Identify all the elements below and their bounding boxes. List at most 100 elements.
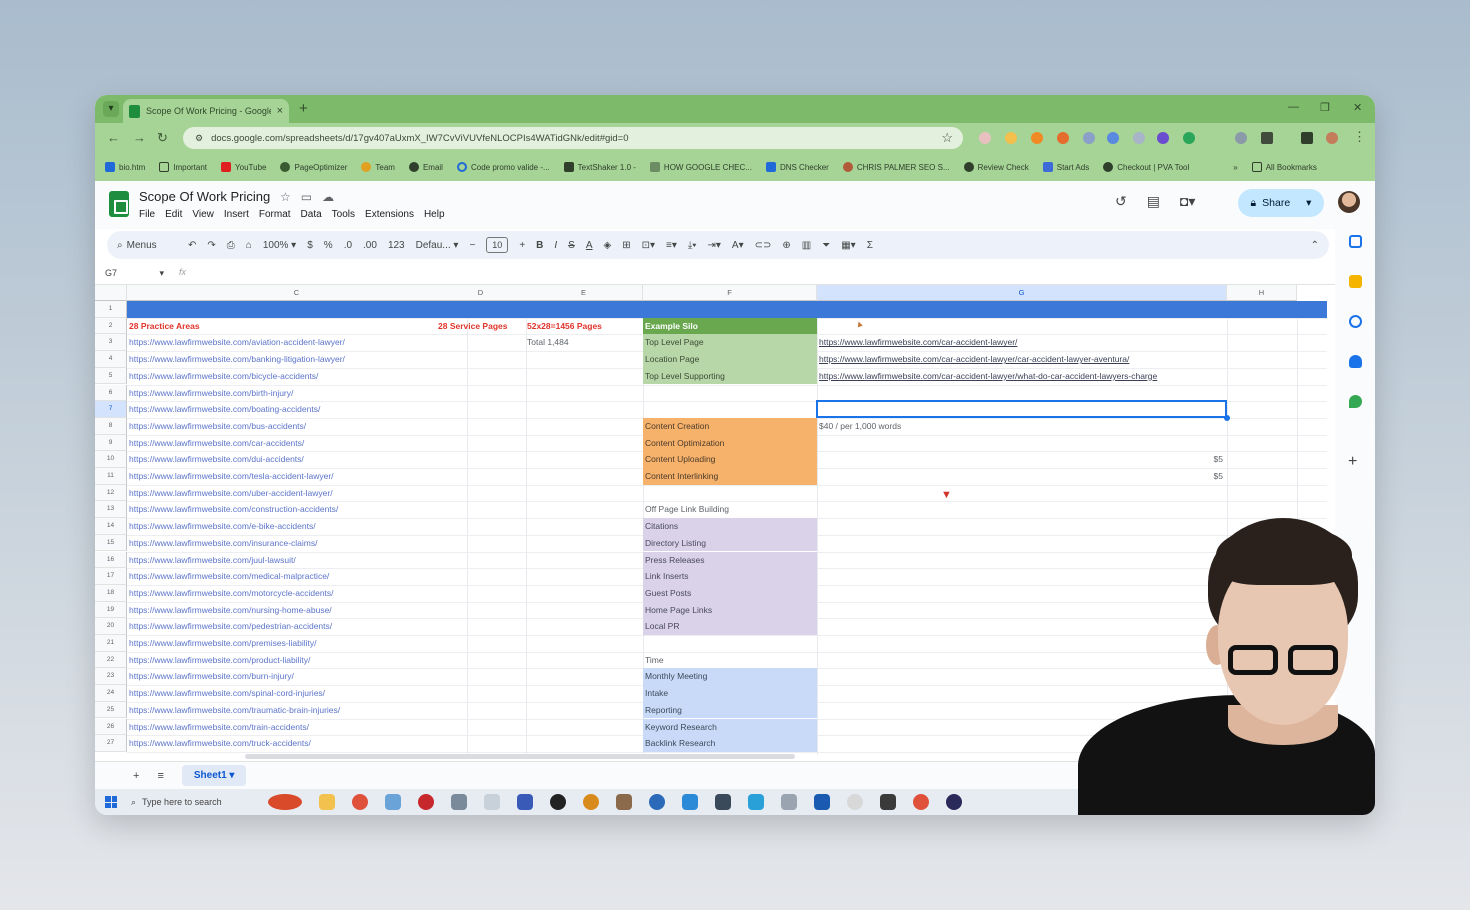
row-header[interactable]: 16 [95, 551, 127, 569]
practice-area-url[interactable]: https://www.lawfirmwebsite.com/premises-… [127, 635, 467, 652]
keep-icon[interactable] [1349, 275, 1362, 288]
strikethrough-icon[interactable]: S [568, 240, 575, 251]
bookmark-item[interactable]: Review Check [963, 162, 1029, 172]
app-icon[interactable] [418, 794, 434, 810]
version-history-icon[interactable]: ↺ [1115, 193, 1127, 210]
increase-decimal-button[interactable]: .00 [363, 240, 377, 251]
mail-icon[interactable] [814, 794, 830, 810]
practice-area-url[interactable]: https://www.lawfirmwebsite.com/train-acc… [127, 719, 467, 736]
column-header-g[interactable]: G [817, 285, 1227, 301]
new-tab-icon[interactable]: + [299, 100, 308, 117]
undo-icon[interactable]: ↶ [188, 240, 196, 251]
close-tab-icon[interactable]: × [277, 105, 283, 117]
text-wrap-icon[interactable]: ⇥▾ [708, 240, 721, 251]
extension-icon[interactable] [1157, 132, 1169, 144]
practice-area-url[interactable]: https://www.lawfirmwebsite.com/birth-inj… [127, 385, 467, 402]
forward-icon[interactable]: → [133, 130, 146, 145]
selected-cell-g7[interactable] [816, 400, 1227, 418]
add-sheet-icon[interactable]: + [133, 770, 139, 782]
name-box[interactable]: G7 ▾ [105, 268, 164, 279]
row-header[interactable]: 27 [95, 735, 127, 752]
row-header[interactable]: 8 [95, 417, 127, 435]
menu-edit[interactable]: Edit [165, 209, 182, 220]
row-header[interactable]: 26 [95, 718, 127, 736]
bold-icon[interactable]: B [536, 240, 543, 251]
meet-icon[interactable]: ◘▾ [1180, 193, 1195, 210]
percent-button[interactable]: % [324, 240, 333, 251]
taskbar-search[interactable]: ⌕ Type here to search [131, 797, 251, 808]
menu-format[interactable]: Format [259, 209, 291, 220]
extension-icon[interactable] [1005, 132, 1017, 144]
chrome-icon[interactable] [913, 794, 929, 810]
insert-chart-icon[interactable]: ▥ [802, 240, 811, 251]
practice-area-url[interactable]: https://www.lawfirmwebsite.com/insurance… [127, 535, 467, 552]
row-header[interactable]: 3 [95, 334, 127, 352]
row-header[interactable]: 23 [95, 668, 127, 686]
bookmark-item[interactable]: Team [361, 162, 395, 172]
practice-area-url[interactable]: https://www.lawfirmwebsite.com/boating-a… [127, 401, 467, 418]
menu-insert[interactable]: Insert [224, 209, 249, 220]
practice-area-url[interactable]: https://www.lawfirmwebsite.com/banking-l… [127, 351, 467, 368]
menu-view[interactable]: View [192, 209, 214, 220]
add-addon-icon[interactable]: + [1348, 453, 1357, 471]
column-header-f[interactable]: F [643, 285, 817, 301]
row-header[interactable]: 2 [95, 317, 127, 335]
extension-icon[interactable] [1057, 132, 1069, 144]
row-header[interactable]: 5 [95, 367, 127, 385]
app-icon[interactable] [880, 794, 896, 810]
file-explorer-icon[interactable] [319, 794, 335, 810]
sheet-tab[interactable]: Sheet1 ▾ [181, 765, 247, 786]
more-bookmarks-icon[interactable]: » [1233, 163, 1237, 172]
app-icon[interactable] [649, 794, 665, 810]
app-icon[interactable] [517, 794, 533, 810]
bookmark-item[interactable]: DNS Checker [765, 162, 829, 172]
chrome-menu-icon[interactable]: ⋮ [1353, 129, 1366, 145]
practice-area-url[interactable]: https://www.lawfirmwebsite.com/car-accid… [127, 435, 467, 452]
row-header[interactable]: 17 [95, 568, 127, 585]
bookmark-item[interactable]: Start Ads [1042, 162, 1089, 172]
practice-area-url[interactable]: https://www.lawfirmwebsite.com/pedestria… [127, 618, 467, 635]
bookmark-item[interactable]: Email [408, 162, 443, 172]
row-header[interactable]: 18 [95, 584, 127, 602]
filter-views-icon[interactable]: ▦▾ [841, 240, 855, 251]
app-icon[interactable] [781, 794, 797, 810]
practice-area-url[interactable]: https://www.lawfirmwebsite.com/bicycle-a… [127, 368, 467, 385]
app-icon[interactable] [484, 794, 500, 810]
example-url[interactable]: https://www.lawfirmwebsite.com/car-accid… [817, 351, 1227, 368]
extension-icon[interactable] [1031, 132, 1043, 144]
insert-link-icon[interactable]: ⊂⊃ [755, 240, 772, 251]
practice-area-url[interactable]: https://www.lawfirmwebsite.com/motorcycl… [127, 585, 467, 602]
bookmark-item[interactable]: bio.htm [105, 162, 145, 172]
horizontal-scrollbar[interactable] [245, 754, 795, 759]
practice-area-url[interactable]: https://www.lawfirmwebsite.com/medical-m… [127, 568, 467, 585]
chevron-down-icon[interactable]: ▾ [160, 268, 165, 278]
increase-font-size-icon[interactable]: + [519, 240, 525, 251]
side-panel-icon[interactable] [1301, 132, 1313, 144]
bookmark-item[interactable]: YouTube [221, 162, 266, 172]
practice-area-url[interactable]: https://www.lawfirmwebsite.com/nursing-h… [127, 602, 467, 619]
extension-icon[interactable] [1083, 132, 1095, 144]
text-rotation-icon[interactable]: A▾ [732, 240, 744, 251]
extension-icon[interactable] [1133, 132, 1145, 144]
fill-color-icon[interactable]: ◈ [604, 240, 612, 251]
example-url[interactable]: https://www.lawfirmwebsite.com/car-accid… [817, 368, 1227, 385]
menu-data[interactable]: Data [301, 209, 322, 220]
minimize-icon[interactable]: — [1288, 101, 1299, 113]
select-all-corner[interactable] [95, 285, 127, 301]
row-header[interactable]: 12 [95, 484, 127, 502]
contacts-icon[interactable] [1349, 355, 1362, 368]
maximize-icon[interactable]: ❐ [1320, 101, 1330, 114]
example-url[interactable]: https://www.lawfirmwebsite.com/car-accid… [817, 334, 1227, 351]
checkmark-app-icon[interactable] [682, 794, 698, 810]
filter-icon[interactable]: ⏷ [822, 240, 830, 251]
row-header[interactable]: 22 [95, 651, 127, 669]
app-icon[interactable] [847, 794, 863, 810]
row-header[interactable]: 9 [95, 434, 127, 452]
row-header[interactable]: 6 [95, 384, 127, 402]
column-header-c[interactable]: C [127, 285, 467, 301]
extensions-puzzle-icon[interactable] [1261, 132, 1273, 144]
row-header[interactable]: 1 [95, 301, 127, 318]
zoom-select[interactable]: 100% ▾ [263, 240, 296, 251]
share-button[interactable]: 🔒︎ Share ▾ [1238, 189, 1324, 217]
practice-area-url[interactable]: https://www.lawfirmwebsite.com/burn-inju… [127, 668, 467, 685]
